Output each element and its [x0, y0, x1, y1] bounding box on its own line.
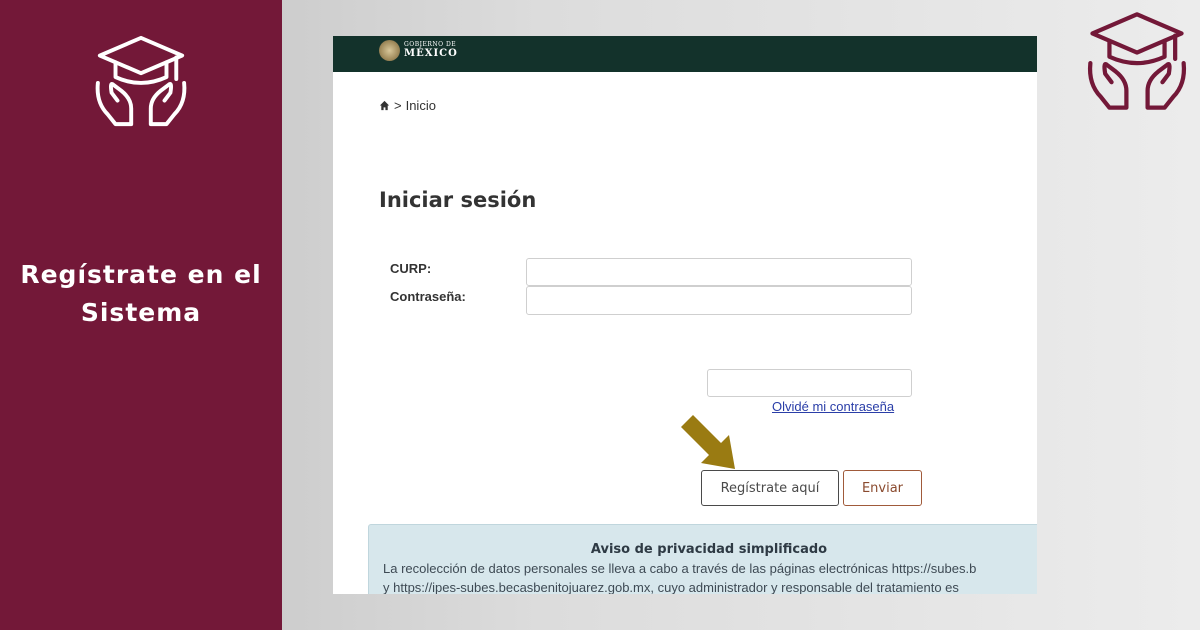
website-screenshot: GOBIERNO DE MÉXICO > Inicio Iniciar sesi… — [333, 36, 1037, 594]
home-icon[interactable] — [379, 100, 390, 111]
password-input[interactable] — [526, 286, 912, 315]
gov-logo[interactable]: GOBIERNO DE MÉXICO — [404, 41, 458, 59]
breadcrumb-separator: > — [394, 98, 402, 113]
privacy-notice-line1: La recolección de datos personales se ll… — [383, 561, 977, 576]
curp-input[interactable] — [526, 258, 912, 286]
curp-label: CURP: — [390, 261, 432, 276]
privacy-notice-title: Aviso de privacidad simplificado — [590, 542, 828, 557]
graduation-cap-hands-icon — [1087, 12, 1187, 110]
banner-title: Regístrate en el Sistema — [0, 256, 282, 332]
page-title: Iniciar sesión — [379, 188, 537, 212]
privacy-notice: Aviso de privacidad simplificado La reco… — [368, 524, 1037, 594]
banner-title-line1: Regístrate en el — [20, 260, 262, 289]
forgot-password-link[interactable]: Olvidé mi contraseña — [772, 399, 894, 414]
password-label: Contraseña: — [390, 289, 466, 304]
register-button[interactable]: Regístrate aquí — [701, 470, 839, 506]
gov-logo-line1: GOBIERNO DE — [404, 41, 457, 48]
gov-seal-icon — [379, 40, 400, 61]
send-button[interactable]: Enviar — [843, 470, 922, 506]
left-banner-panel: Regístrate en el Sistema — [0, 0, 282, 630]
banner-title-line2: Sistema — [80, 298, 202, 327]
arrow-down-right-icon — [681, 415, 735, 469]
breadcrumb: > Inicio — [379, 98, 436, 113]
graduation-cap-hands-icon — [95, 35, 187, 127]
breadcrumb-current: Inicio — [405, 98, 436, 113]
privacy-notice-line2: y https://ipes-subes.becasbenitojuarez.g… — [383, 580, 959, 594]
gov-header-bar: GOBIERNO DE MÉXICO — [333, 36, 1037, 72]
captcha-input[interactable] — [707, 369, 912, 397]
gov-logo-line2: MÉXICO — [404, 48, 458, 59]
